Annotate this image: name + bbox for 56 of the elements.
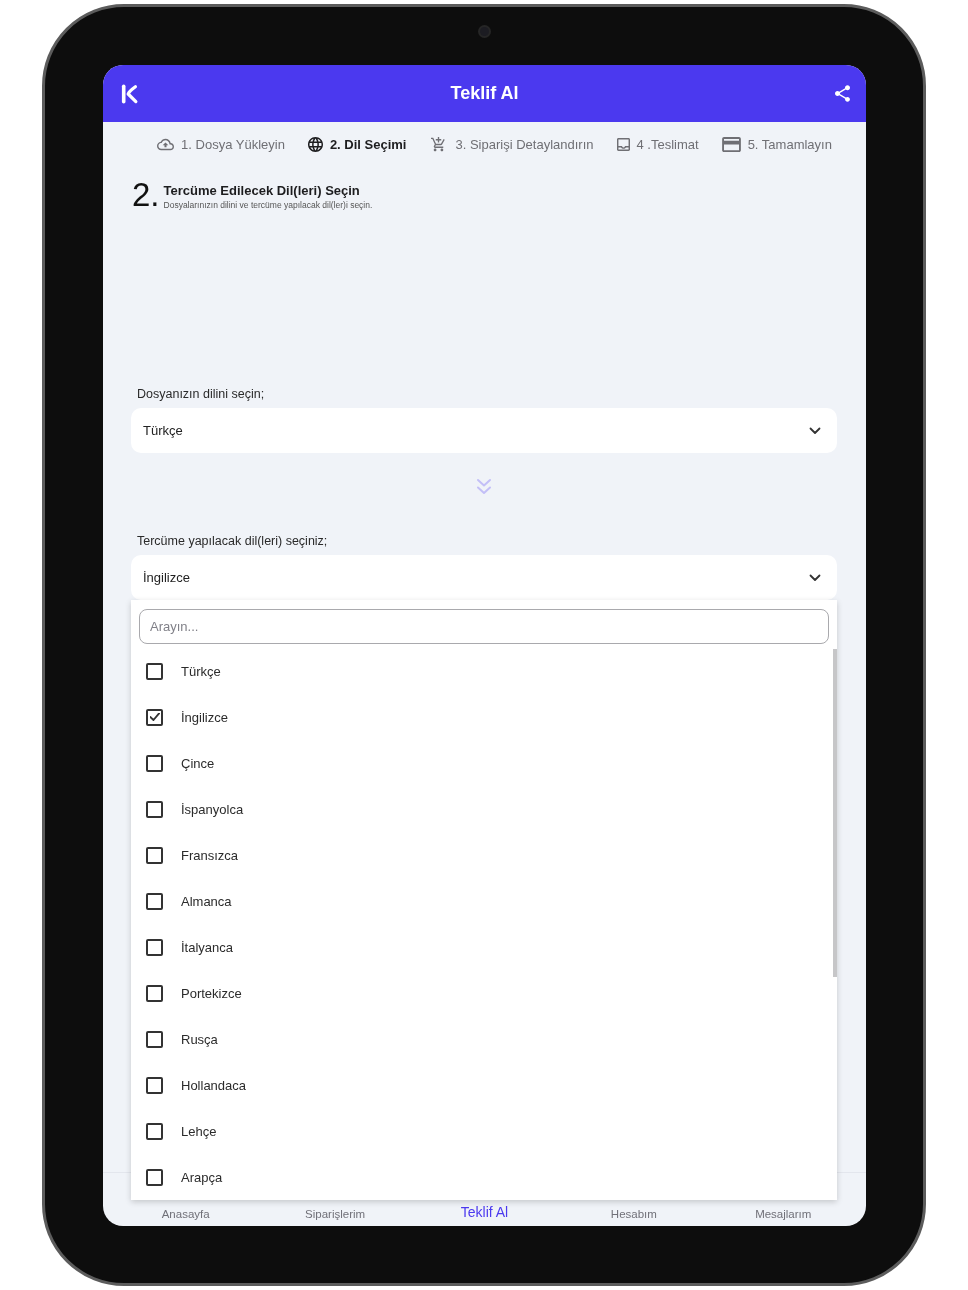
- step-tab[interactable]: 1. Dosya Yükleyin: [157, 136, 285, 152]
- share-icon: [835, 85, 850, 102]
- checkbox[interactable]: [146, 1030, 163, 1048]
- nav-item[interactable]: Mesajlarım: [728, 1208, 839, 1220]
- checkbox[interactable]: [146, 984, 163, 1002]
- checkbox[interactable]: [146, 708, 163, 726]
- option-label[interactable]: Arapça: [181, 1169, 223, 1185]
- checkbox[interactable]: [146, 846, 163, 864]
- header-title: Teklif Al: [450, 83, 519, 104]
- language-select[interactable]: İngilizce: [131, 555, 837, 600]
- option-label[interactable]: Çince: [181, 755, 215, 771]
- option-label[interactable]: İngilizce: [181, 709, 228, 725]
- step-tab[interactable]: 3. Siparişi Detaylandırın: [429, 136, 594, 152]
- option-label[interactable]: Rusça: [181, 1031, 218, 1047]
- step-number: 2.: [132, 178, 160, 211]
- step-tab[interactable]: 5. Tamamlayın: [721, 136, 832, 152]
- step-tab[interactable]: 2. Dil Seçimi: [307, 136, 407, 152]
- option-label[interactable]: İtalyanca: [181, 939, 234, 955]
- nav-item[interactable]: Hesabım: [578, 1208, 689, 1220]
- language-select[interactable]: Türkçe: [131, 408, 837, 453]
- option-label[interactable]: Hollandaca: [181, 1077, 247, 1093]
- checkbox[interactable]: [146, 800, 163, 818]
- checkbox[interactable]: [146, 892, 163, 910]
- checkbox[interactable]: [146, 662, 163, 680]
- option-label[interactable]: Almanca: [181, 893, 232, 909]
- globe-icon: [307, 136, 323, 152]
- nav-item[interactable]: Siparişlerim: [280, 1208, 391, 1220]
- checkbox[interactable]: [146, 754, 163, 772]
- scrollbar-thumb[interactable]: [833, 649, 837, 977]
- checkbox[interactable]: [146, 1076, 163, 1094]
- double-chevron-down-icon: [476, 478, 492, 496]
- checkbox[interactable]: [146, 1168, 163, 1186]
- option-label[interactable]: Lehçe: [181, 1123, 217, 1139]
- nav-item[interactable]: Anasayfa: [130, 1208, 241, 1220]
- section-subtitle: Dosyalarınızın dilini ve tercüme yapılacak dil(ler)i seçin.: [163, 199, 373, 211]
- share-button[interactable]: [835, 85, 850, 102]
- option-label[interactable]: İspanyolca: [181, 801, 244, 817]
- option-label[interactable]: Portekizce: [181, 985, 242, 1001]
- option-label[interactable]: Fransızca: [181, 847, 239, 863]
- chevron-down-icon: [809, 426, 821, 435]
- search-field[interactable]: Arayın...: [139, 609, 829, 644]
- option-label[interactable]: Türkçe: [181, 663, 221, 679]
- chevron-down-icon: [809, 573, 821, 582]
- card-icon: [721, 136, 741, 152]
- camera-icon: [478, 25, 491, 38]
- step-tab[interactable]: 4 .Teslimat: [616, 136, 699, 152]
- checkbox[interactable]: [146, 1122, 163, 1140]
- field-label: Dosyanızın dilini seçin;: [136, 386, 266, 402]
- nav-item[interactable]: Teklif Al: [429, 1204, 540, 1220]
- tray-icon: [616, 137, 630, 151]
- logo-icon[interactable]: [121, 82, 139, 105]
- field-label: Tercüme yapılacak dil(leri) seçiniz;: [136, 533, 329, 549]
- checkbox[interactable]: [146, 938, 163, 956]
- cloud-upload-icon: [157, 137, 175, 151]
- section-title: Tercüme Edilecek Dil(leri) Seçin: [163, 182, 361, 199]
- checkmark-icon: [149, 713, 160, 721]
